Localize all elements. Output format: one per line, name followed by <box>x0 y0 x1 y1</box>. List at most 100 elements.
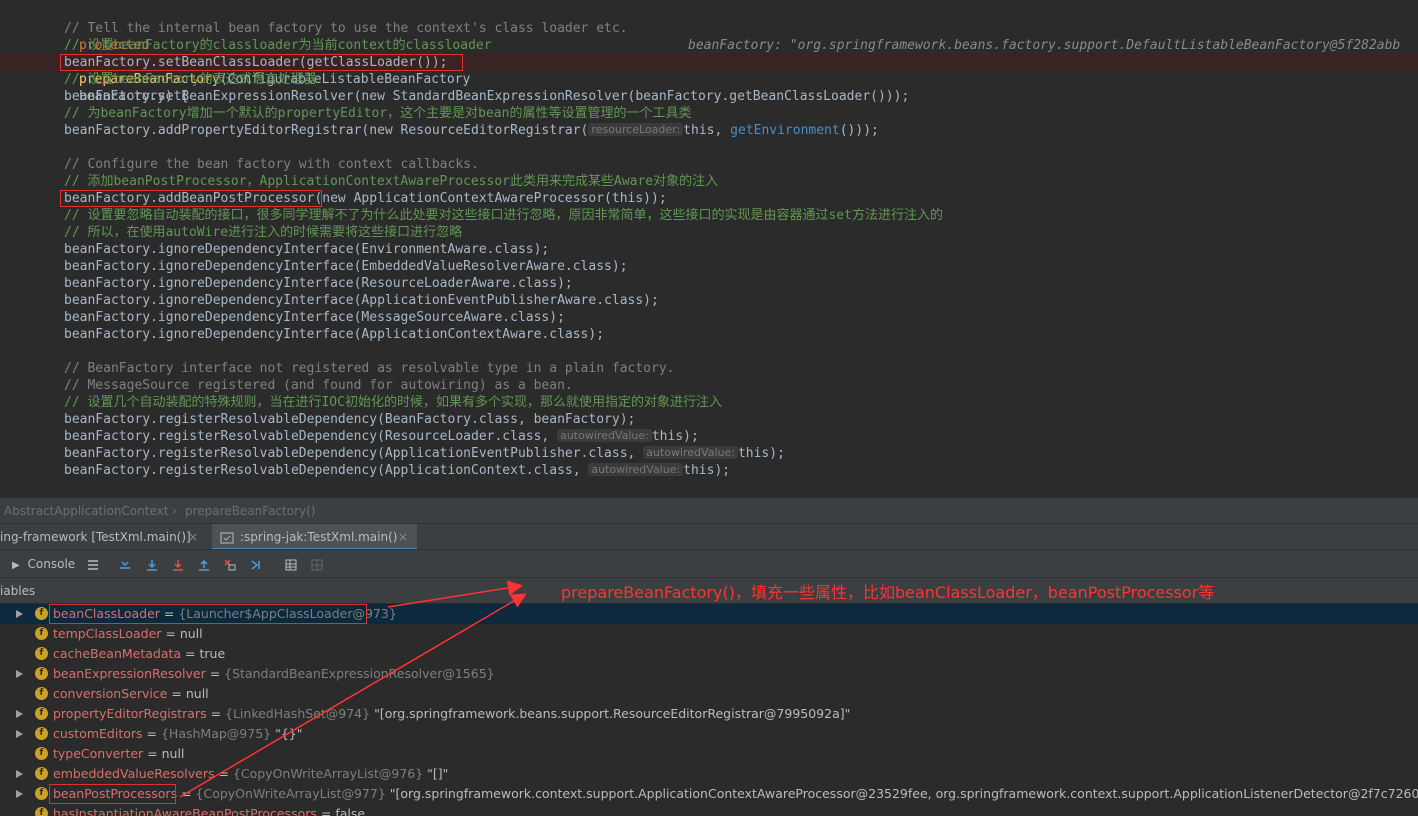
variable-value: false <box>335 806 366 816</box>
equals-sign: = <box>316 806 336 816</box>
code-comment: // 设置beanFactory的表达式语言处理器 <box>64 72 317 87</box>
variable-ref: {CopyOnWriteArrayList@977} <box>195 786 386 801</box>
code-statement: beanFactory.registerResolvableDependency… <box>64 462 730 479</box>
menu-icon[interactable] <box>86 555 100 573</box>
code-text: this); <box>737 446 785 461</box>
run-to-cursor-icon[interactable] <box>250 555 264 573</box>
tab-spring-jak-session[interactable]: :spring-jak:TestXml.main() × <box>212 524 417 550</box>
step-over-icon[interactable] <box>145 555 159 573</box>
variable-row[interactable]: f beanPostProcessors = {CopyOnWriteArray… <box>0 784 1418 804</box>
field-icon: f <box>35 727 48 740</box>
code-comment: // 设置要忽略自动装配的接口，很多同学理解不了为什么此处要对这些接口进行忽略，… <box>64 208 943 223</box>
highlight-box-addBeanPostProcessor <box>60 190 322 207</box>
variable-ref: {CopyOnWriteArrayList@976} <box>232 766 424 781</box>
expand-arrow-icon[interactable] <box>16 670 23 678</box>
highlight-box-beanClassLoader <box>49 604 367 624</box>
variables-tree[interactable]: f beanClassLoader = {Launcher$AppClassLo… <box>0 603 1418 816</box>
code-statement: beanFactory.ignoreDependencyInterface(Em… <box>64 259 628 274</box>
code-comment: // 为beanFactory增加一个默认的propertyEditor，这个主… <box>64 106 692 121</box>
code-editor[interactable]: protected void prepareBeanFactory(Config… <box>0 0 1418 496</box>
equals-sign: = <box>205 666 225 681</box>
variable-row[interactable]: f typeConverter = null <box>0 744 1418 764</box>
variable-name: customEditors <box>53 726 143 741</box>
console-tab[interactable]: ▶ Console <box>12 555 75 573</box>
code-comment: // 设置beanFactory的classloader为当前context的c… <box>64 38 492 53</box>
tab-label: ing-framework [TestXml.main()] <box>0 530 191 544</box>
code-text: getEnvironment <box>730 123 840 138</box>
close-icon[interactable]: × <box>398 524 408 550</box>
variable-value: "[org.springframework.beans.support.Reso… <box>374 706 851 721</box>
field-icon: f <box>35 627 48 640</box>
equals-sign: = <box>161 626 180 641</box>
step-out-icon[interactable] <box>197 555 211 573</box>
console-icon: ▶ <box>12 560 20 571</box>
code-statement: beanFactory.ignoreDependencyInterface(Ap… <box>64 327 605 342</box>
param-hint: autowiredValue: <box>588 463 684 476</box>
field-icon: f <box>35 747 48 760</box>
code-comment: // 添加beanPostProcessor，ApplicationContex… <box>64 174 719 189</box>
method-signature: protected void prepareBeanFactory(Config… <box>0 3 1400 104</box>
variable-row[interactable]: f embeddedValueResolvers = {CopyOnWriteA… <box>0 764 1418 784</box>
step-into-icon[interactable] <box>171 555 185 573</box>
variable-name: propertyEditorRegistrars <box>53 706 207 721</box>
equals-sign: = <box>177 786 196 801</box>
variable-row[interactable]: f cacheBeanMetadata = true <box>0 644 1418 664</box>
code-text: beanFactory.registerResolvableDependency… <box>64 446 644 461</box>
field-icon: f <box>35 687 48 700</box>
variable-value: "[]" <box>427 766 449 781</box>
debug-session-icon <box>220 524 234 550</box>
code-text: this); <box>651 429 699 444</box>
variable-name: embeddedValueResolvers <box>53 766 215 781</box>
variable-row[interactable]: f tempClassLoader = null <box>0 624 1418 644</box>
variable-row[interactable]: f hasInstantiationAwareBeanPostProcessor… <box>0 804 1418 816</box>
expand-arrow-icon[interactable] <box>16 790 23 798</box>
field-icon: f <box>35 767 48 780</box>
highlight-box-beanPostProcessors <box>49 784 176 804</box>
code-statement: beanFactory.addPropertyEditorRegistrar(n… <box>64 122 879 139</box>
debug-tab-bar: ing-framework [TestXml.main()] × :spring… <box>0 523 1418 550</box>
expand-arrow-icon[interactable] <box>16 770 23 778</box>
variable-row[interactable]: f beanExpressionResolver = {StandardBean… <box>0 664 1418 684</box>
restore-layout-icon[interactable] <box>310 555 324 573</box>
code-text: beanFactory.registerResolvableDependency… <box>64 463 589 478</box>
tab-framework-session[interactable]: ing-framework [TestXml.main()] × <box>0 524 205 550</box>
field-icon: f <box>35 667 48 680</box>
variable-ref: {LinkedHashSet@974} <box>225 706 371 721</box>
field-icon: f <box>35 707 48 720</box>
breadcrumb-method[interactable]: prepareBeanFactory() <box>185 498 315 524</box>
show-execution-point-icon[interactable] <box>118 555 132 573</box>
variable-name: tempClassLoader <box>53 626 162 641</box>
variables-title: iables <box>0 584 36 598</box>
debug-inline-value: beanFactory: "org.springframework.beans.… <box>688 38 1401 53</box>
breadcrumb: AbstractApplicationContext › prepareBean… <box>0 497 1418 524</box>
variable-row[interactable]: f conversionService = null <box>0 684 1418 704</box>
annotation-text: prepareBeanFactory()，填充一些属性，比如beanClassL… <box>561 583 1215 602</box>
field-icon: f <box>35 647 48 660</box>
close-icon[interactable]: × <box>188 524 198 550</box>
code-comment: // Configure the bean factory with conte… <box>64 157 479 172</box>
breadcrumb-class[interactable]: AbstractApplicationContext <box>4 498 168 524</box>
expand-arrow-icon[interactable] <box>16 730 23 738</box>
equals-sign: = <box>181 646 200 661</box>
code-comment: // BeanFactory interface not registered … <box>64 361 675 376</box>
variable-ref: {HashMap@975} <box>160 726 272 741</box>
variable-row[interactable]: f propertyEditorRegistrars = {LinkedHash… <box>0 704 1418 724</box>
drop-frame-icon[interactable] <box>223 555 237 573</box>
evaluate-expression-icon[interactable] <box>284 555 298 573</box>
variable-name: beanExpressionResolver <box>53 666 206 681</box>
variable-ref: {StandardBeanExpressionResolver@1565} <box>224 666 495 681</box>
expand-arrow-icon[interactable] <box>16 710 23 718</box>
chevron-right-icon: › <box>172 504 177 518</box>
code-statement: beanFactory.ignoreDependencyInterface(Re… <box>64 276 573 291</box>
variable-name: typeConverter <box>53 746 144 761</box>
equals-sign: = <box>214 766 233 781</box>
variable-row[interactable]: f customEditors = {HashMap@975} "{}" <box>0 724 1418 744</box>
code-statement: beanFactory.registerResolvableDependency… <box>64 412 636 427</box>
code-statement: beanFactory.registerResolvableDependency… <box>64 428 699 445</box>
expand-arrow-icon[interactable] <box>16 610 23 618</box>
code-statement: beanFactory.ignoreDependencyInterface(Me… <box>64 310 565 325</box>
param-hint: autowiredValue: <box>643 446 738 459</box>
equals-sign: = <box>143 746 162 761</box>
debugger-toolbar: ▶ Console <box>0 549 1418 578</box>
equals-sign: = <box>142 726 161 741</box>
